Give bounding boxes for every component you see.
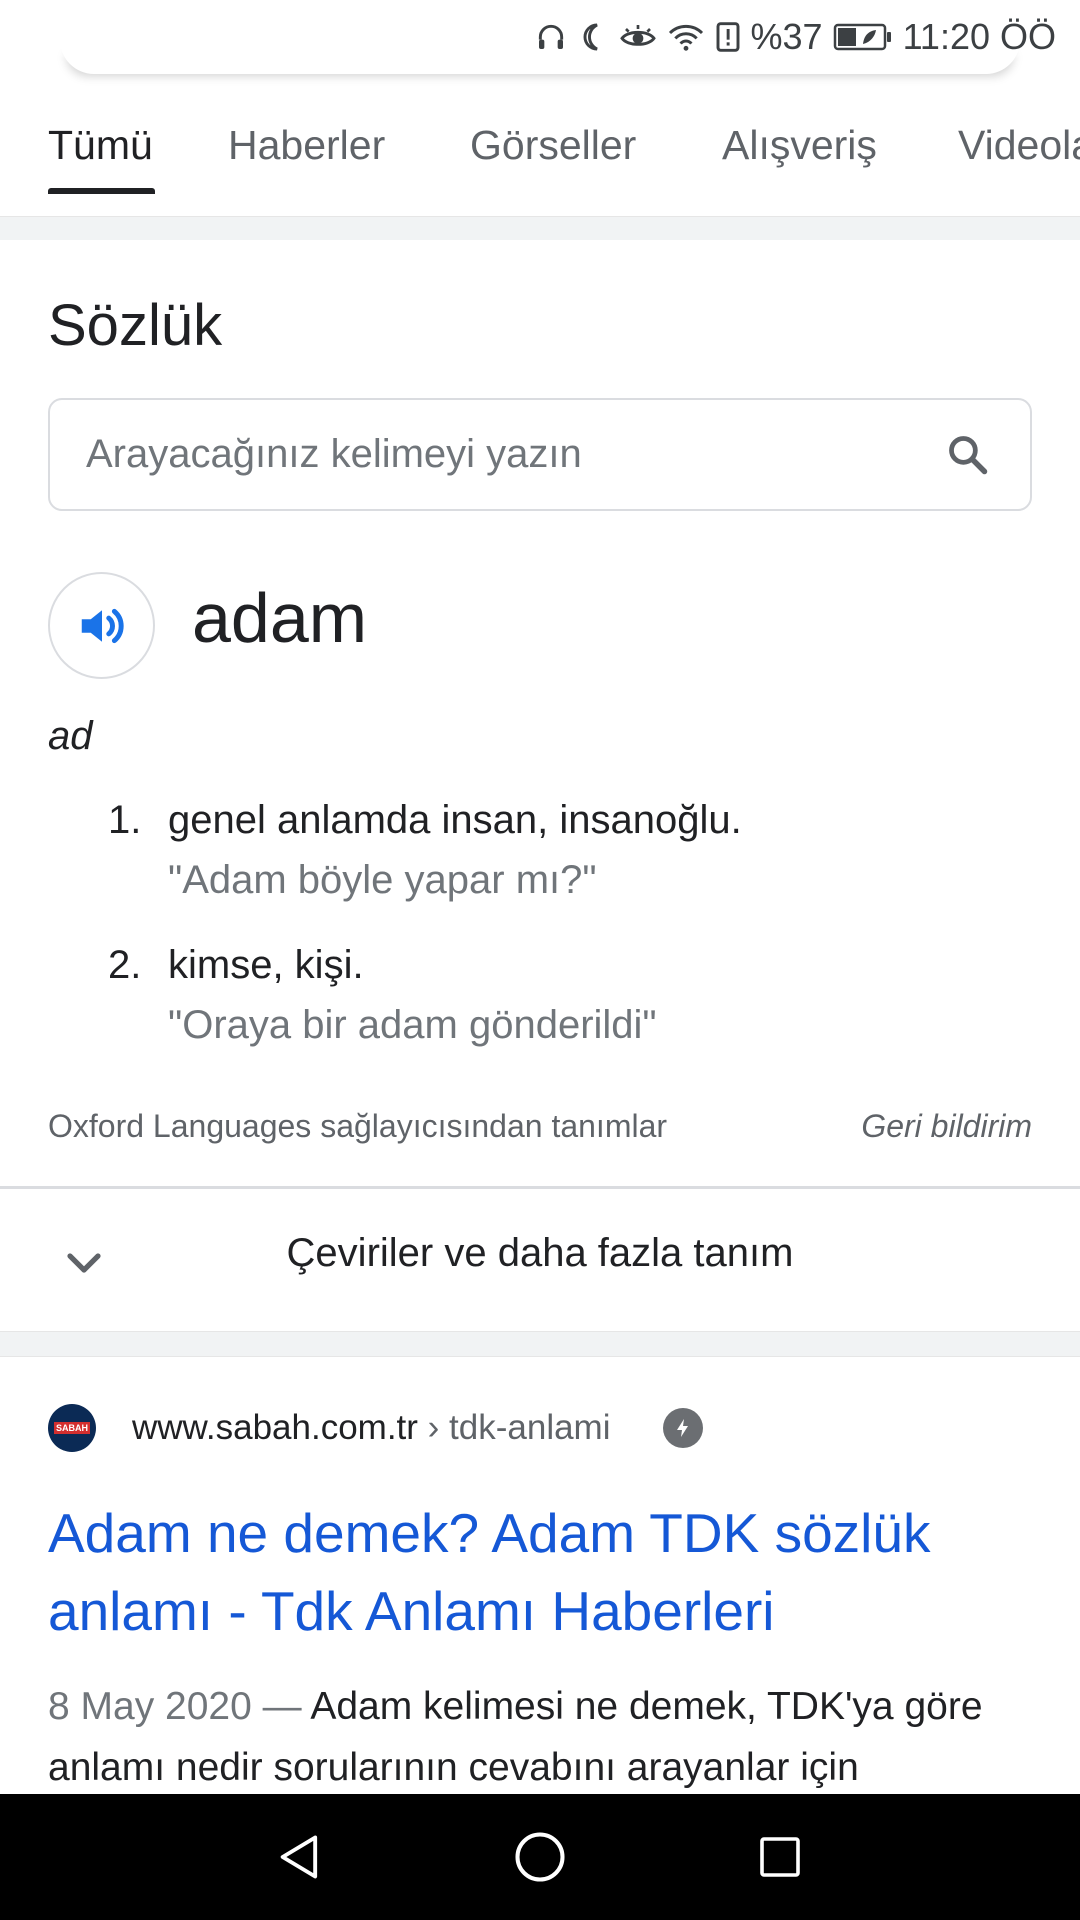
home-button[interactable] [460, 1794, 620, 1920]
result-title-link[interactable]: Adam ne demek? Adam TDK sözlük anlamı - … [48, 1494, 1032, 1650]
definition-text: genel anlamda insan, insanoğlu. [168, 798, 742, 842]
section-divider [0, 1331, 1080, 1357]
dictionary-search-box[interactable] [48, 398, 1032, 511]
back-triangle-icon [280, 1835, 318, 1879]
recents-square-icon [760, 1837, 800, 1877]
result-url[interactable]: www.sabah.com.tr › tdk-anlami [132, 1408, 611, 1448]
more-definitions-label: Çeviriler ve daha fazla tanım [286, 1231, 794, 1275]
search-tabs: Tümü Haberler Görseller Alışveriş Videol… [0, 100, 1080, 218]
definition-text: kimse, kişi. [168, 943, 364, 987]
tab-videos[interactable]: Videolar [958, 122, 1080, 169]
eye-icon [619, 25, 656, 46]
result-breadcrumb: › tdk-anlami [417, 1408, 611, 1447]
definition-number: 2. [108, 943, 142, 987]
tab-shopping[interactable]: Alışveriş [722, 122, 877, 169]
more-definitions-expander[interactable]: Çeviriler ve daha fazla tanım [0, 1189, 1080, 1331]
tab-all[interactable]: Tümü [48, 122, 153, 169]
back-button[interactable] [220, 1794, 380, 1920]
battery-icon [833, 23, 891, 51]
result-snippet: 8 May 2020 — Adam kelimesi ne demek, TDK… [48, 1676, 1038, 1798]
home-circle-icon [515, 1832, 565, 1882]
dictionary-search-input[interactable] [86, 400, 906, 509]
tab-images[interactable]: Görseller [470, 122, 636, 169]
part-of-speech: ad [48, 714, 93, 758]
active-tab-indicator [48, 188, 155, 194]
definition-number: 1. [108, 798, 142, 842]
clock: 11:20 ÖÖ [902, 16, 1056, 57]
favicon-logo-text: SABAH [53, 1422, 90, 1434]
site-favicon: SABAH [48, 1404, 96, 1452]
amp-lightning-icon [663, 1408, 703, 1448]
search-icon[interactable] [946, 433, 990, 477]
recents-button[interactable] [700, 1794, 860, 1920]
definition-example: "Adam böyle yapar mı?" [168, 858, 597, 902]
status-bar: %37 11:20 ÖÖ [0, 0, 1080, 74]
definitions-source: Oxford Languages sağlayıcısından tanımla… [48, 1108, 668, 1144]
definition-example: "Oraya bir adam gönderildi" [168, 1003, 657, 1047]
tabs-divider [0, 216, 1080, 240]
wifi-icon [668, 25, 703, 51]
system-nav-bar [0, 1794, 1080, 1920]
alert-icon [716, 22, 739, 52]
result-domain: www.sabah.com.tr [132, 1408, 418, 1447]
dictionary-title: Sözlük [48, 293, 223, 358]
feedback-link[interactable]: Geri bildirim [861, 1108, 1032, 1145]
result-date: 8 May 2020 — [48, 1685, 311, 1728]
headword: adam [192, 579, 368, 657]
moon-icon [583, 23, 598, 51]
headphones-icon [538, 24, 563, 49]
battery-percent: %37 [750, 16, 823, 57]
speaker-icon [81, 608, 124, 643]
pronunciation-button[interactable] [48, 572, 155, 679]
status-icons: %37 11:20 ÖÖ [535, 14, 1056, 60]
tab-news[interactable]: Haberler [228, 122, 385, 169]
